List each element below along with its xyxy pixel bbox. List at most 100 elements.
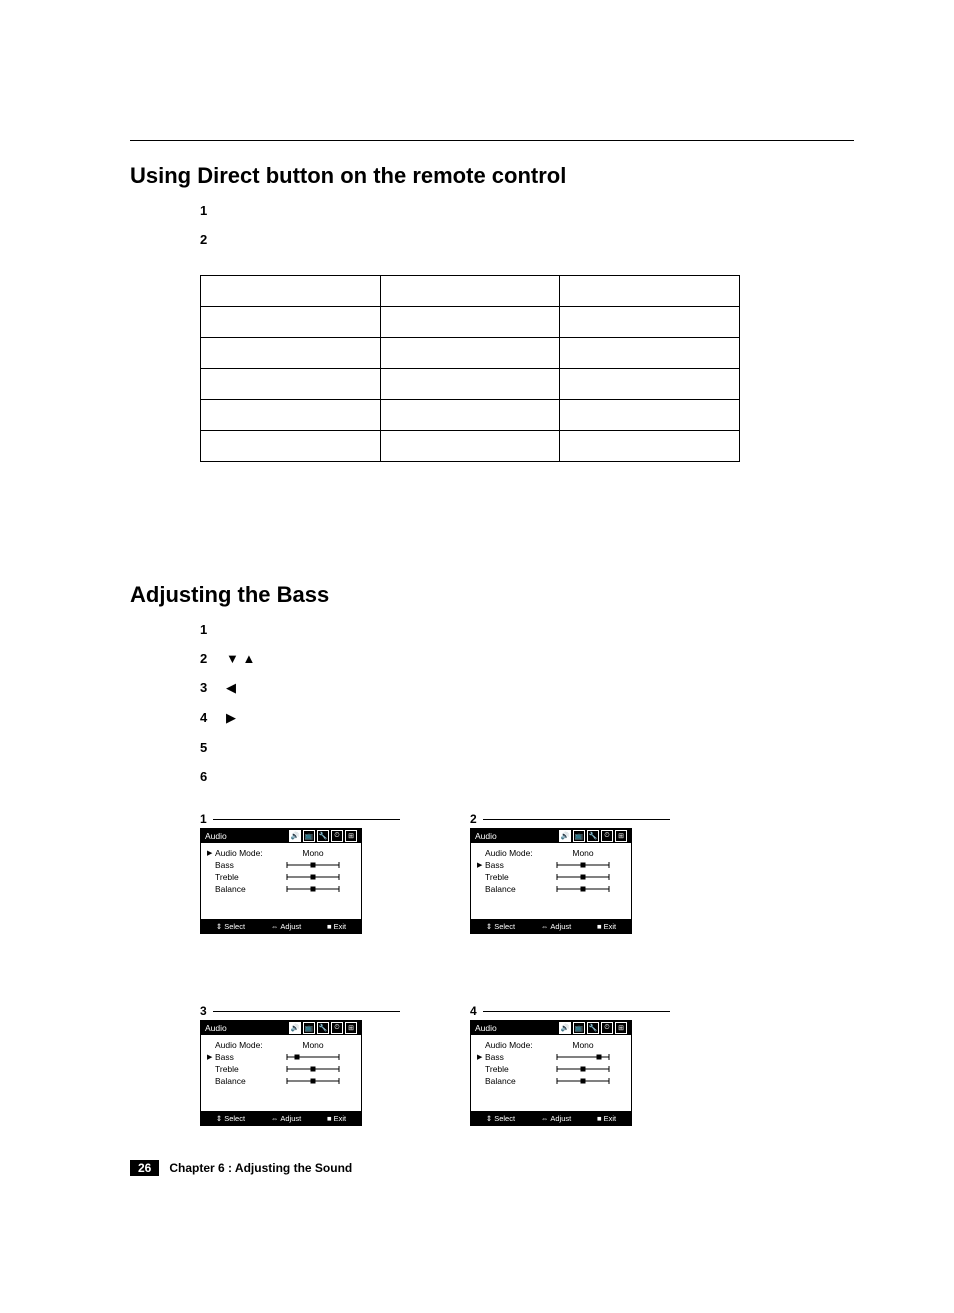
osd-panel: 3Audio🔊📺🔧⏲⊞Audio Mode:Mono▶BassTrebleBal… [200, 1004, 400, 1126]
slider [287, 1079, 339, 1083]
slider [557, 1067, 609, 1071]
row-pointer-icon: ▶ [207, 849, 215, 857]
step-body: ▼ ▲ [226, 651, 854, 666]
osd-body: Audio Mode:Mono▶BassTrebleBalance [201, 1035, 361, 1111]
osd-footer: SelectAdjustExit [471, 1111, 631, 1125]
osd-tab-icon: ⊞ [615, 830, 627, 842]
osd-row-label: Audio Mode: [215, 848, 271, 858]
section1-steps: 1 2 [200, 203, 854, 247]
osd-row: Balance [207, 883, 355, 895]
osd-tab-icon: 📺 [573, 830, 585, 842]
osd-row: Audio Mode:Mono [477, 847, 625, 859]
osd-titlebar: Audio🔊📺🔧⏲⊞ [201, 1021, 361, 1035]
osd-tab-icon: ⏲ [331, 1022, 343, 1034]
footer-exit: Exit [327, 1114, 346, 1123]
footer-select: Select [486, 1114, 515, 1123]
osd-row-label: Audio Mode: [215, 1040, 271, 1050]
osd-panels: 1Audio🔊📺🔧⏲⊞▶Audio Mode:MonoBassTrebleBal… [200, 812, 854, 1126]
osd-row-label: Treble [215, 1064, 271, 1074]
slider [287, 887, 339, 891]
panel-number: 2 [470, 812, 670, 826]
osd-tab-icon: 📺 [573, 1022, 585, 1034]
osd-row-value [271, 875, 355, 879]
osd-titlebar: Audio🔊📺🔧⏲⊞ [471, 1021, 631, 1035]
step-number: 4 [200, 710, 214, 725]
osd-row: Bass [207, 859, 355, 871]
step-number: 5 [200, 740, 214, 755]
osd-row-label: Bass [485, 860, 541, 870]
slider [557, 1055, 609, 1059]
osd-row-value [271, 1055, 355, 1059]
osd-row: Audio Mode:Mono [477, 1039, 625, 1051]
osd-tab-icon: 📺 [303, 830, 315, 842]
osd-footer: SelectAdjustExit [201, 919, 361, 933]
step: 6 [200, 769, 854, 784]
osd-title: Audio [475, 1023, 557, 1033]
osd-titlebar: Audio🔊📺🔧⏲⊞ [201, 829, 361, 843]
osd-row: Balance [477, 883, 625, 895]
step-number: 1 [200, 203, 214, 218]
osd-row: ▶Bass [477, 859, 625, 871]
osd-title: Audio [475, 831, 557, 841]
slider [557, 1079, 609, 1083]
footer-exit: Exit [597, 1114, 616, 1123]
step-body: ▶ [226, 710, 854, 726]
osd-row-label: Audio Mode: [485, 1040, 541, 1050]
osd-row: Treble [477, 1063, 625, 1075]
osd-window: Audio🔊📺🔧⏲⊞Audio Mode:Mono▶BassTrebleBala… [470, 1020, 632, 1126]
osd-tab-icon: 🔧 [587, 830, 599, 842]
osd-row-value [271, 887, 355, 891]
top-rule [130, 140, 854, 141]
osd-row-value: Mono [541, 1040, 625, 1050]
slider [557, 863, 609, 867]
step-number: 1 [200, 622, 214, 637]
osd-row: Balance [207, 1075, 355, 1087]
osd-row-label: Treble [215, 872, 271, 882]
step: 2▼ ▲ [200, 651, 854, 666]
osd-footer: SelectAdjustExit [471, 919, 631, 933]
step: 1 [200, 203, 854, 218]
step: 4▶ [200, 710, 854, 726]
osd-row: ▶Audio Mode:Mono [207, 847, 355, 859]
osd-tab-icon: ⊞ [345, 830, 357, 842]
osd-titlebar: Audio🔊📺🔧⏲⊞ [471, 829, 631, 843]
osd-row: Treble [207, 1063, 355, 1075]
osd-row-value: Mono [271, 848, 355, 858]
page-footer: 26 Chapter 6 : Adjusting the Sound [130, 1160, 854, 1176]
osd-row-label: Audio Mode: [485, 848, 541, 858]
osd-row-value [541, 1079, 625, 1083]
footer-exit: Exit [327, 922, 346, 931]
osd-body: ▶Audio Mode:MonoBassTrebleBalance [201, 843, 361, 919]
osd-tab-icon: ⏲ [601, 1022, 613, 1034]
osd-row-value: Mono [271, 1040, 355, 1050]
footer-adjust: Adjust [271, 922, 301, 931]
osd-tab-icon: 🔊 [559, 1022, 571, 1034]
osd-row-value [541, 1055, 625, 1059]
slider [557, 887, 609, 891]
slider [287, 863, 339, 867]
osd-row-value [541, 887, 625, 891]
osd-row-label: Balance [485, 1076, 541, 1086]
osd-tab-icon: 🔊 [289, 830, 301, 842]
osd-window: Audio🔊📺🔧⏲⊞▶Audio Mode:MonoBassTrebleBala… [200, 828, 362, 934]
osd-tab-icon: ⊞ [345, 1022, 357, 1034]
osd-panel: 2Audio🔊📺🔧⏲⊞Audio Mode:Mono▶BassTrebleBal… [470, 812, 670, 934]
osd-body: Audio Mode:Mono▶BassTrebleBalance [471, 843, 631, 919]
osd-row-label: Treble [485, 872, 541, 882]
options-table [200, 275, 740, 462]
step-number: 3 [200, 680, 214, 695]
section1-title: Using Direct button on the remote contro… [130, 163, 854, 189]
row-pointer-icon: ▶ [477, 1053, 485, 1061]
osd-tab-icon: 🔧 [317, 830, 329, 842]
step: 1 [200, 622, 854, 637]
panel-number: 1 [200, 812, 400, 826]
osd-tab-icon: 📺 [303, 1022, 315, 1034]
step: 5 [200, 740, 854, 755]
osd-tab-icon: ⊞ [615, 1022, 627, 1034]
osd-tab-icon: 🔧 [317, 1022, 329, 1034]
footer-adjust: Adjust [271, 1114, 301, 1123]
step: 2 [200, 232, 854, 247]
footer-adjust: Adjust [541, 922, 571, 931]
osd-row-label: Bass [215, 1052, 271, 1062]
osd-window: Audio🔊📺🔧⏲⊞Audio Mode:Mono▶BassTrebleBala… [200, 1020, 362, 1126]
